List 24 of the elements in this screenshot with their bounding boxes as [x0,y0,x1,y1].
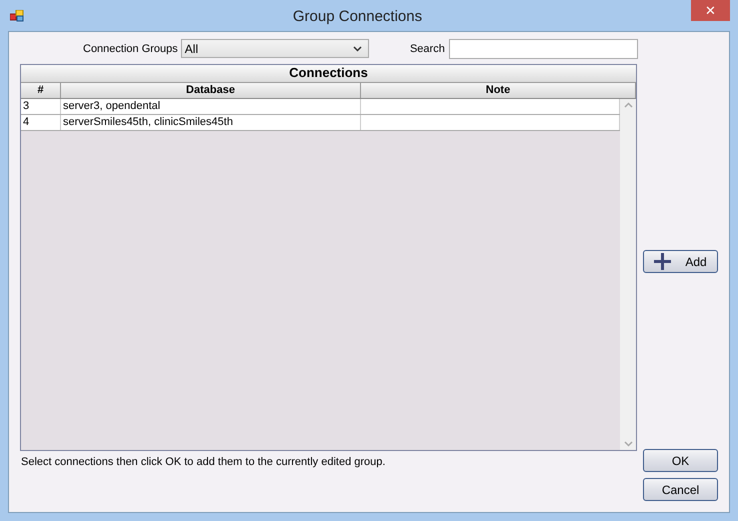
search-field[interactable] [448,38,638,58]
scroll-up-icon[interactable] [624,102,632,108]
cancel-button[interactable]: Cancel [643,478,718,501]
connection-groups-label: Connection Groups [83,42,178,54]
scrollbar[interactable] [620,99,636,450]
table-cell: 4 [21,115,61,130]
plus-icon [654,253,672,270]
app-icon [10,10,24,22]
ok-button[interactable]: OK [643,449,718,472]
table-cell: 3 [21,99,61,114]
table-cell: server3, opendental [61,99,361,114]
chevron-down-icon [352,46,362,52]
column-header[interactable]: # [21,83,61,98]
connection-groups-dropdown[interactable]: All [180,39,369,58]
search-label: Search [410,42,445,54]
instruction-text: Select connections then click OK to add them to the currently edited group. [21,456,386,468]
column-header[interactable]: Database [61,83,361,98]
grid-title: Connections [21,65,636,83]
add-button[interactable]: Add [643,250,718,273]
window-title: Group Connections [292,7,424,25]
column-header[interactable]: Note [361,83,636,98]
scroll-down-icon[interactable] [624,441,632,447]
table-cell: serverSmiles45th, clinicSmiles45th [61,115,361,130]
close-button[interactable]: ✕ [691,0,730,21]
